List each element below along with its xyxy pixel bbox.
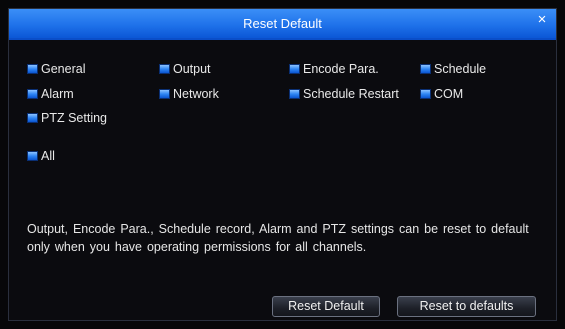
schedule-checkbox[interactable] [420,64,431,74]
option-general[interactable]: General [27,61,85,77]
all-checkbox[interactable] [27,151,38,161]
reset-default-button[interactable]: Reset Default [272,296,380,317]
option-schedule[interactable]: Schedule [420,61,486,77]
option-ptz-setting[interactable]: PTZ Setting [27,110,107,126]
network-checkbox[interactable] [159,89,170,99]
option-schedule-restart[interactable]: Schedule Restart [289,86,399,102]
general-checkbox[interactable] [27,64,38,74]
reset-permission-note: Output, Encode Para., Schedule record, A… [27,222,529,254]
schedule-restart-checkbox[interactable] [289,89,300,99]
general-label: General [41,62,86,76]
encode-para-checkbox[interactable] [289,64,300,74]
ptz-setting-checkbox[interactable] [27,113,38,123]
option-network[interactable]: Network [159,86,219,102]
com-label: COM [434,87,464,101]
network-label: Network [173,87,219,101]
ptz-setting-label: PTZ Setting [41,111,107,125]
output-label: Output [173,62,211,76]
reset-default-dialog: Reset Default × General Output Encode Pa… [8,8,557,321]
option-all[interactable]: All [27,148,55,164]
alarm-label: Alarm [41,87,74,101]
schedule-restart-label: Schedule Restart [303,87,399,101]
schedule-label: Schedule [434,62,487,76]
title-bar[interactable]: Reset Default × [9,9,556,40]
all-label: All [41,149,55,163]
alarm-checkbox[interactable] [27,89,38,99]
reset-to-defaults-button[interactable]: Reset to defaults [397,296,536,317]
dialog-title: Reset Default [243,16,322,31]
com-checkbox[interactable] [420,89,431,99]
option-alarm[interactable]: Alarm [27,86,74,102]
close-icon[interactable]: × [533,11,551,29]
option-encode-para[interactable]: Encode Para. [289,61,379,77]
output-checkbox[interactable] [159,64,170,74]
encode-para-label: Encode Para. [303,62,379,76]
option-output[interactable]: Output [159,61,211,77]
option-com[interactable]: COM [420,86,463,102]
